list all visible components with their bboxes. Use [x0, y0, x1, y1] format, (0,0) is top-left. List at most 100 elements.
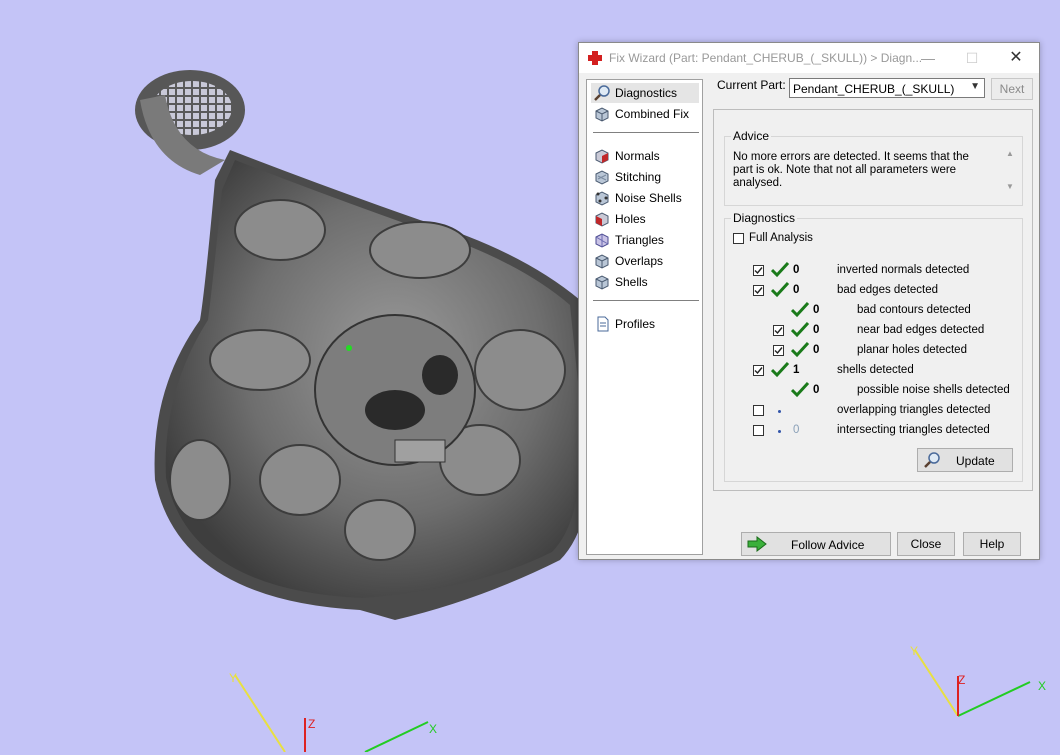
- green-check-icon: [770, 261, 790, 278]
- row-label: intersecting triangles detected: [837, 424, 990, 436]
- row-count: 1: [793, 364, 800, 376]
- nav-item-overlaps[interactable]: Overlaps: [591, 251, 699, 271]
- shells-cube-icon: [595, 275, 609, 290]
- nav-label: Profiles: [615, 317, 656, 331]
- window-title: Fix Wizard (Part: Pendant_CHERUB_(_SKULL…: [609, 51, 923, 65]
- axis-x-label-right: X: [1038, 679, 1046, 693]
- nav-item-stitching[interactable]: Stitching: [591, 167, 699, 187]
- current-part-select[interactable]: Pendant_CHERUB_(_SKULL) ▼: [789, 78, 985, 98]
- cube-icon: [595, 107, 609, 122]
- row-label: inverted normals detected: [837, 264, 970, 276]
- row-count: 0: [793, 264, 800, 276]
- advice-scrollbar[interactable]: ▲ ▼: [1004, 149, 1018, 191]
- diagnostics-title: Diagnostics: [731, 211, 798, 225]
- diagnostics-group: Diagnostics Full Analysis 0 inverted norm…: [724, 211, 1023, 482]
- nav-divider: [593, 300, 699, 301]
- current-part-value: Pendant_CHERUB_(_SKULL): [793, 82, 955, 96]
- axis-z-label-right: Z: [958, 673, 965, 687]
- row-label: planar holes detected: [857, 344, 967, 356]
- nav-divider: [593, 132, 699, 133]
- nav-label: Holes: [615, 212, 646, 226]
- holes-cube-icon: [595, 212, 609, 227]
- row-checkbox[interactable]: [753, 425, 764, 436]
- maximize-button[interactable]: ☐: [963, 49, 981, 67]
- close-button[interactable]: Close: [897, 532, 955, 556]
- row-checkbox[interactable]: [753, 365, 764, 376]
- green-arrow-icon: [747, 536, 767, 552]
- nav-item-shells[interactable]: Shells: [591, 272, 699, 292]
- follow-advice-button[interactable]: Follow Advice: [741, 532, 891, 556]
- row-checkbox[interactable]: [753, 285, 764, 296]
- title-bar[interactable]: Fix Wizard (Part: Pendant_CHERUB_(_SKULL…: [579, 43, 1039, 73]
- axis-y-label-left: Y: [229, 671, 237, 685]
- nav-item-normals[interactable]: Normals: [591, 146, 699, 166]
- magnifier-icon: [594, 85, 610, 101]
- green-check-icon: [790, 321, 810, 338]
- row-label: overlapping triangles detected: [837, 404, 991, 416]
- nav-label: Combined Fix: [615, 107, 690, 121]
- follow-advice-label: Follow Advice: [791, 538, 865, 552]
- green-check-icon: [770, 361, 790, 378]
- help-button[interactable]: Help: [963, 532, 1021, 556]
- row-checkbox[interactable]: [773, 325, 784, 336]
- advice-title: Advice: [731, 129, 772, 143]
- axis-y-label-right: Y: [910, 644, 918, 658]
- full-analysis-label: Full Analysis: [749, 232, 813, 244]
- row-count: 0: [813, 304, 820, 316]
- chevron-down-icon: ▼: [970, 81, 980, 92]
- noise-shells-icon: [595, 191, 609, 206]
- update-button[interactable]: Update: [917, 448, 1013, 472]
- current-part-label: Current Part:: [717, 78, 786, 92]
- fix-wizard-dialog: Fix Wizard (Part: Pendant_CHERUB_(_SKULL…: [578, 42, 1040, 560]
- update-label: Update: [956, 454, 995, 468]
- row-label: bad edges detected: [837, 284, 939, 296]
- row-label: bad contours detected: [857, 304, 971, 316]
- green-check-icon: [790, 301, 810, 318]
- nav-item-profiles[interactable]: Profiles: [591, 314, 699, 334]
- nav-label: Noise Shells: [615, 191, 682, 205]
- nav-item-diagnostics[interactable]: Diagnostics: [591, 83, 699, 103]
- row-count: 0: [813, 324, 820, 336]
- nav-item-holes[interactable]: Holes: [591, 209, 699, 229]
- green-check-icon: [790, 341, 810, 358]
- nav-label: Diagnostics: [615, 86, 678, 100]
- row-label: near bad edges detected: [857, 324, 985, 336]
- nav-item-triangles[interactable]: Triangles: [591, 230, 699, 250]
- row-checkbox[interactable]: [753, 405, 764, 416]
- overlaps-cube-icon: [595, 254, 609, 269]
- row-label: shells detected: [837, 364, 914, 376]
- document-icon: [597, 316, 609, 332]
- minimize-button[interactable]: —: [919, 49, 937, 67]
- scroll-down-icon[interactable]: ▼: [1006, 182, 1014, 191]
- red-cross-icon: [588, 51, 602, 65]
- status-dot-icon: [778, 410, 781, 413]
- row-checkbox[interactable]: [753, 265, 764, 276]
- nav-label: Overlaps: [615, 254, 664, 268]
- nav-label: Triangles: [615, 233, 664, 247]
- row-checkbox[interactable]: [773, 345, 784, 356]
- nav-label: Stitching: [615, 170, 662, 184]
- nav-item-noise-shells[interactable]: Noise Shells: [591, 188, 699, 208]
- next-button[interactable]: Next: [991, 78, 1033, 100]
- magnifier-icon: [924, 452, 940, 468]
- advice-group: Advice No more errors are detected. It s…: [724, 129, 1023, 206]
- nav-label: Shells: [615, 275, 648, 289]
- advice-text: No more errors are detected. It seems th…: [733, 151, 969, 189]
- scroll-up-icon[interactable]: ▲: [1006, 149, 1014, 158]
- stitching-cube-icon: [595, 170, 609, 185]
- axis-z-label-left: Z: [308, 717, 315, 731]
- wizard-panel: Advice No more errors are detected. It s…: [713, 109, 1033, 491]
- wizard-nav: Diagnostics Combined Fix Normals Stitchi…: [586, 79, 703, 555]
- status-dot-icon: [778, 430, 781, 433]
- nav-item-combined-fix[interactable]: Combined Fix: [591, 104, 699, 124]
- axis-x-label-left: X: [429, 722, 437, 736]
- full-analysis-checkbox[interactable]: [733, 233, 744, 244]
- row-count: 0: [793, 424, 800, 436]
- row-label: possible noise shells detected: [857, 384, 1010, 396]
- row-count: 0: [813, 344, 820, 356]
- close-window-button[interactable]: ✕: [1007, 49, 1025, 67]
- row-count: 0: [793, 284, 800, 296]
- green-check-icon: [770, 281, 790, 298]
- normals-cube-icon: [595, 149, 609, 164]
- green-check-icon: [790, 381, 810, 398]
